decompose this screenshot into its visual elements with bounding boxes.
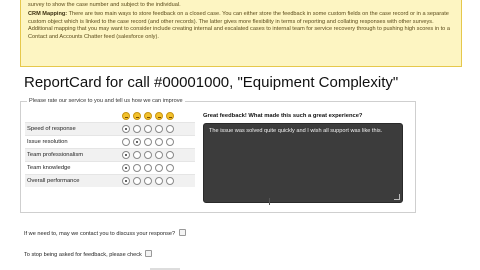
contact-question: If we need to, may we contact you to dis… bbox=[24, 229, 186, 238]
resize-grip-icon[interactable] bbox=[394, 194, 400, 200]
rating-row-knowledge: Team knowledge bbox=[25, 161, 195, 174]
rating-radio[interactable] bbox=[155, 125, 163, 133]
rating-radio[interactable] bbox=[122, 177, 130, 185]
very-unhappy-face-icon bbox=[166, 112, 174, 120]
text-cursor-icon bbox=[269, 198, 270, 205]
notice-crm-text: There are two main ways to store feedbac… bbox=[28, 11, 450, 40]
feedback-prompt: Great feedback! What made this such a gr… bbox=[203, 113, 363, 119]
rating-radio[interactable] bbox=[144, 125, 152, 133]
rating-radio[interactable] bbox=[166, 125, 174, 133]
stop-asking-checkbox[interactable] bbox=[145, 250, 153, 257]
stop-asking-label: To stop being asked for feedback, please… bbox=[24, 252, 142, 258]
rating-options bbox=[122, 151, 174, 159]
rating-radio[interactable] bbox=[133, 125, 141, 133]
rating-radio[interactable] bbox=[122, 164, 130, 172]
unhappy-face-icon bbox=[155, 112, 163, 120]
notice-line: survey to show the case number and subje… bbox=[28, 2, 181, 8]
survey-legend: Please rate our service to you and tell … bbox=[27, 98, 185, 105]
left-frame-margin bbox=[0, 0, 20, 270]
rating-options bbox=[122, 138, 174, 146]
rating-radio[interactable] bbox=[144, 164, 152, 172]
rating-radio[interactable] bbox=[144, 177, 152, 185]
rating-radio[interactable] bbox=[155, 164, 163, 172]
rating-label: Overall performance bbox=[27, 178, 80, 184]
rating-scale-header bbox=[122, 112, 174, 120]
rating-row-speed: Speed of response bbox=[25, 122, 195, 135]
rating-row-resolution: Issue resolution bbox=[25, 135, 195, 148]
rating-radio[interactable] bbox=[166, 138, 174, 146]
rating-options bbox=[122, 177, 174, 185]
rating-radio[interactable] bbox=[133, 138, 141, 146]
rating-options bbox=[122, 125, 174, 133]
rating-radio[interactable] bbox=[133, 151, 141, 159]
rating-row-overall: Overall performance bbox=[25, 174, 195, 187]
page-title: ReportCard for call #00001000, "Equipmen… bbox=[24, 74, 399, 91]
rating-radio[interactable] bbox=[166, 177, 174, 185]
feedback-text: The issue was solved quite quickly and I… bbox=[209, 128, 383, 134]
rating-radio[interactable] bbox=[155, 177, 163, 185]
rating-radio[interactable] bbox=[144, 151, 152, 159]
rating-radio[interactable] bbox=[166, 151, 174, 159]
rating-radio[interactable] bbox=[122, 138, 130, 146]
neutral-face-icon bbox=[144, 112, 152, 120]
rating-label: Speed of response bbox=[27, 126, 76, 132]
rating-label: Team knowledge bbox=[27, 165, 71, 171]
rating-radio[interactable] bbox=[155, 151, 163, 159]
rating-radio[interactable] bbox=[122, 151, 130, 159]
feedback-textarea[interactable]: The issue was solved quite quickly and I… bbox=[203, 123, 403, 203]
rating-radio[interactable] bbox=[155, 138, 163, 146]
stop-asking-question: To stop being asked for feedback, please… bbox=[24, 250, 153, 259]
rating-radio[interactable] bbox=[122, 125, 130, 133]
contact-checkbox[interactable] bbox=[178, 229, 186, 236]
contact-question-label: If we need to, may we contact you to dis… bbox=[24, 231, 176, 237]
rating-radio[interactable] bbox=[133, 164, 141, 172]
notice-crm-heading: CRM Mapping: bbox=[28, 11, 68, 18]
rating-label: Team professionalism bbox=[27, 152, 84, 158]
notice-crm-paragraph: CRM Mapping: There are two main ways to … bbox=[28, 11, 454, 41]
happy-face-icon bbox=[133, 112, 141, 120]
right-frame-margin bbox=[460, 0, 480, 270]
rating-radio[interactable] bbox=[144, 138, 152, 146]
rating-row-professionalism: Team professionalism bbox=[25, 148, 195, 161]
rating-radio[interactable] bbox=[133, 177, 141, 185]
crm-notice-box: survey to show the case number and subje… bbox=[20, 0, 462, 67]
rating-label: Issue resolution bbox=[27, 139, 68, 145]
very-happy-face-icon bbox=[122, 112, 130, 120]
rating-options bbox=[122, 164, 174, 172]
rating-radio[interactable] bbox=[166, 164, 174, 172]
